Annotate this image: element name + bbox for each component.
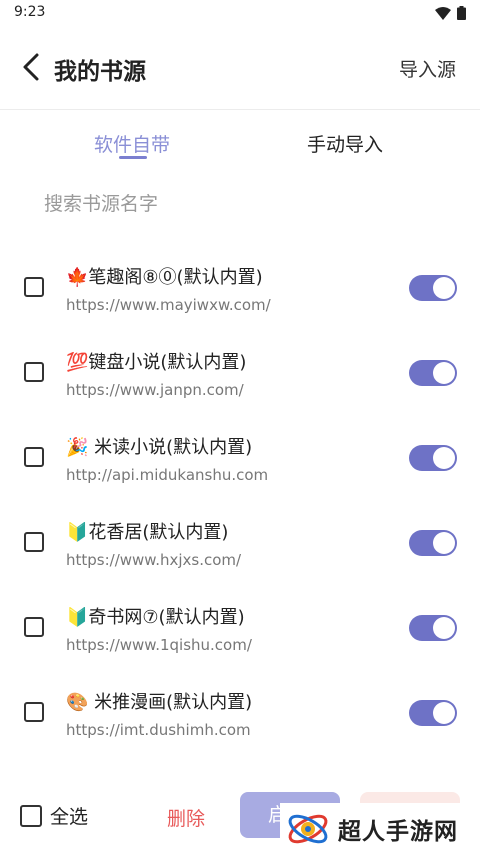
search-input[interactable] [44, 188, 434, 220]
enable-toggle[interactable] [409, 445, 457, 471]
source-url: http://api.midukanshu.com [66, 466, 269, 484]
item-checkbox[interactable] [24, 277, 44, 297]
tab-bar: 软件自带 手动导入 [0, 120, 480, 168]
list-item: 🎨 米推漫画(默认内置) https://imt.dushimh.com [0, 670, 480, 755]
source-url: https://www.mayiwxw.com/ [66, 296, 271, 314]
list-item: 🔰奇书网⑦(默认内置) https://www.1qishu.com/ [0, 585, 480, 670]
page-title: 我的书源 [54, 59, 146, 85]
status-bar: 9:23 [0, 0, 480, 26]
watermark-text: 超人手游网 [338, 819, 458, 845]
select-all-box[interactable] [20, 804, 42, 827]
source-list: 🍁笔趣阁⑧⓪(默认内置) https://www.mayiwxw.com/ 💯键… [0, 245, 480, 755]
item-checkbox[interactable] [24, 362, 44, 382]
delete-button[interactable]: 删除 [167, 804, 205, 831]
item-checkbox[interactable] [24, 447, 44, 467]
select-all-label: 全选 [50, 806, 89, 828]
toggle-knob [433, 277, 455, 299]
watermark: 超人手游网 [280, 803, 480, 855]
enable-toggle[interactable] [409, 530, 457, 556]
source-name: 🔰花香居(默认内置) [66, 522, 229, 543]
source-name: 🔰奇书网⑦(默认内置) [66, 607, 245, 628]
back-arrow-icon[interactable] [18, 52, 46, 82]
source-url: https://imt.dushimh.com [66, 721, 251, 739]
list-item: 🍁笔趣阁⑧⓪(默认内置) https://www.mayiwxw.com/ [0, 245, 480, 330]
wifi-icon [435, 6, 451, 20]
enable-toggle[interactable] [409, 700, 457, 726]
enable-toggle[interactable] [409, 360, 457, 386]
source-name: 💯键盘小说(默认内置) [66, 352, 247, 373]
select-all-checkbox[interactable]: 全选 [20, 802, 88, 829]
source-name: 🍁笔趣阁⑧⓪(默认内置) [66, 267, 263, 288]
toggle-knob [433, 362, 455, 384]
app-header: 我的书源 导入源 [0, 26, 480, 110]
import-source-button[interactable]: 导入源 [399, 55, 456, 82]
item-checkbox[interactable] [24, 617, 44, 637]
toggle-knob [433, 532, 455, 554]
source-url: https://www.1qishu.com/ [66, 636, 252, 654]
watermark-logo-icon [288, 814, 328, 844]
source-name: 🎨 米推漫画(默认内置) [66, 692, 253, 713]
battery-icon [457, 6, 466, 20]
source-name: 🎉 米读小说(默认内置) [66, 437, 253, 458]
list-item: 🔰花香居(默认内置) https://www.hxjxs.com/ [0, 500, 480, 585]
toggle-knob [433, 617, 455, 639]
enable-toggle[interactable] [409, 275, 457, 301]
item-checkbox[interactable] [24, 702, 44, 722]
tab-builtin[interactable]: 软件自带 [94, 130, 170, 157]
list-item: 💯键盘小说(默认内置) https://www.janpn.com/ [0, 330, 480, 415]
tab-manual-import[interactable]: 手动导入 [307, 130, 383, 157]
toggle-knob [433, 702, 455, 724]
tab-indicator [119, 156, 147, 159]
status-time: 9:23 [14, 4, 46, 20]
source-url: https://www.hxjxs.com/ [66, 551, 242, 569]
toggle-knob [433, 447, 455, 469]
item-checkbox[interactable] [24, 532, 44, 552]
enable-toggle[interactable] [409, 615, 457, 641]
list-item: 🎉 米读小说(默认内置) http://api.midukanshu.com [0, 415, 480, 500]
status-icons [435, 6, 466, 20]
source-url: https://www.janpn.com/ [66, 381, 244, 399]
